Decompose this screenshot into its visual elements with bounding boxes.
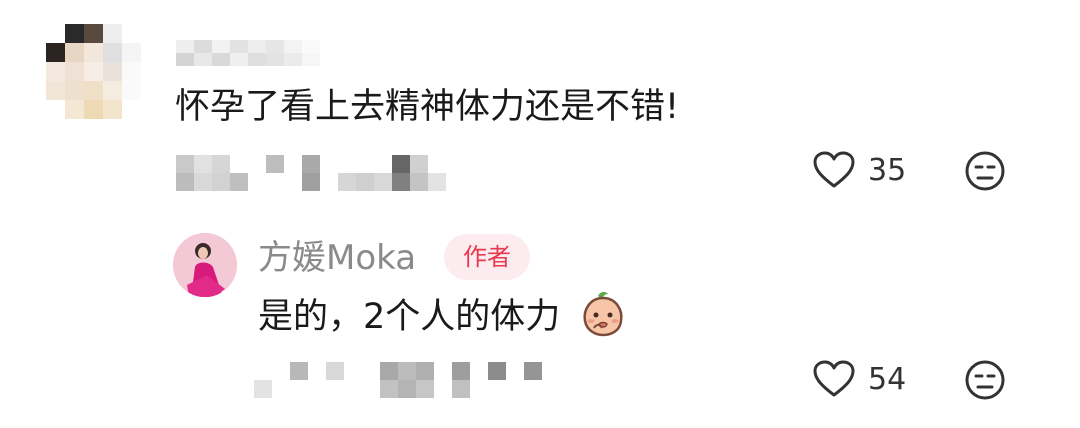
comment-text: 怀孕了看上去精神体力还是不错! [175, 87, 680, 127]
unamused-face-icon [965, 360, 1005, 400]
reply-text: 是的，2个人的体力 [258, 297, 561, 337]
comment-dislike-button[interactable] [964, 150, 1006, 192]
reply-like-count: 54 [868, 362, 907, 397]
comment-like-button[interactable] [812, 150, 856, 190]
reply-like-button[interactable] [812, 359, 856, 399]
author-badge: 作者 [444, 234, 530, 280]
peach-face-emoji [578, 288, 628, 338]
unamused-face-icon [965, 151, 1005, 191]
heart-outline-icon [813, 360, 855, 397]
reply-author-avatar[interactable] [173, 233, 237, 297]
reply-dislike-button[interactable] [964, 359, 1006, 401]
commenter-name-pixelated[interactable] [176, 40, 320, 66]
heart-outline-icon [813, 151, 855, 188]
comment-meta-pixelated[interactable] [176, 155, 464, 191]
reply-meta-pixelated[interactable] [254, 362, 560, 398]
reply-author-name[interactable]: 方媛Moka [258, 234, 416, 282]
commenter-avatar-pixelated[interactable] [46, 24, 141, 119]
comment-like-count: 35 [868, 153, 907, 188]
